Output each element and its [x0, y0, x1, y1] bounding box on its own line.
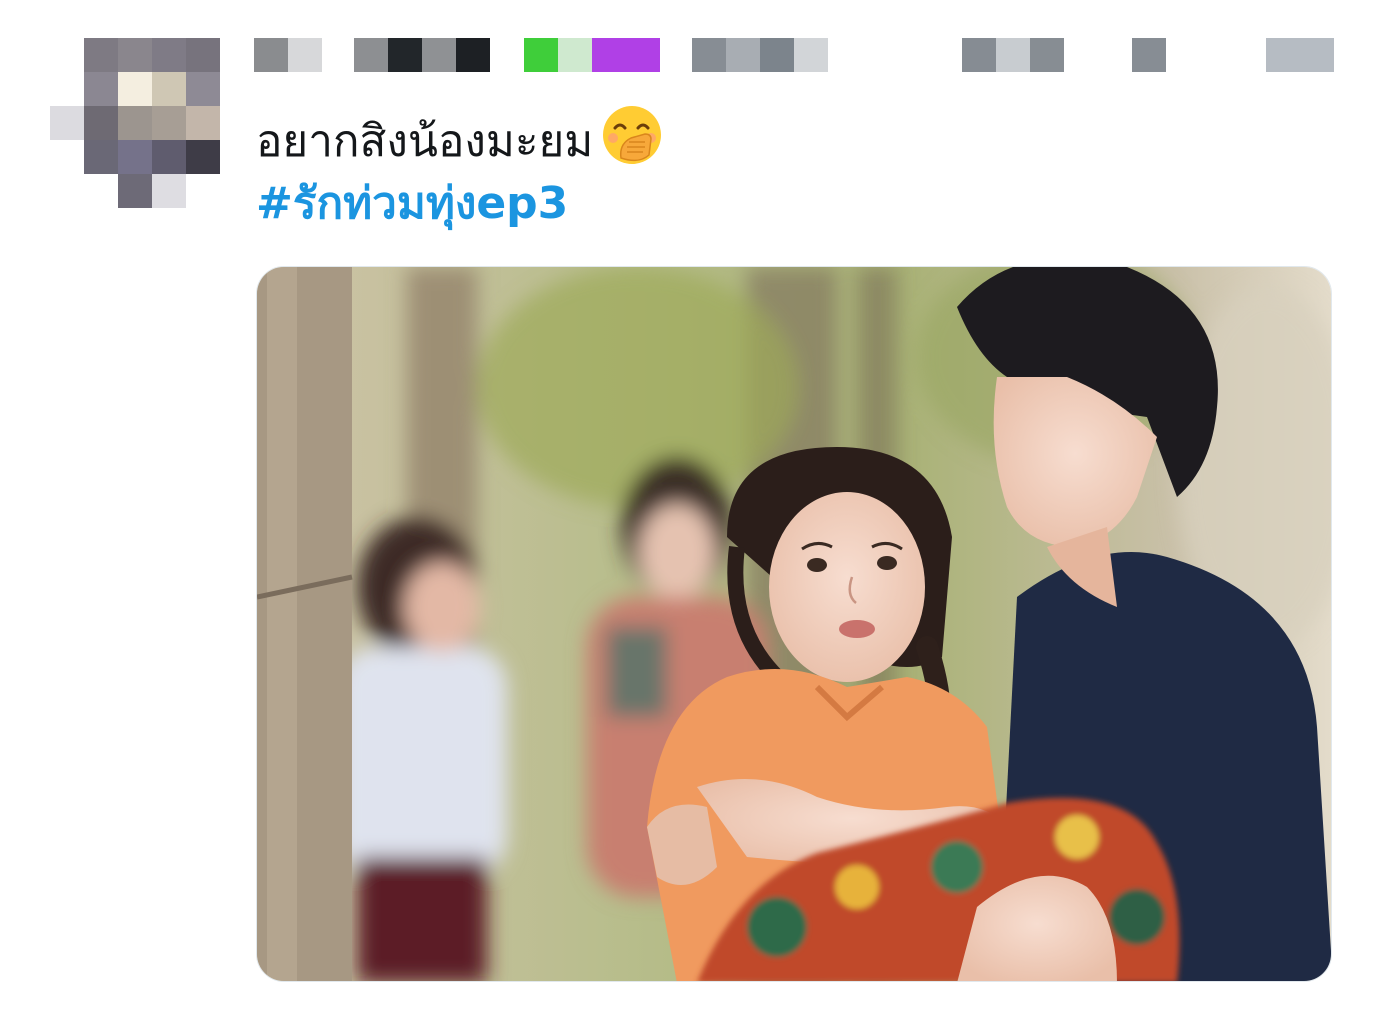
face-with-hand-over-mouth-icon	[601, 104, 663, 166]
tweet: อยากสิงน้องมะยม #รักท่วมทุ่งep3	[0, 0, 1400, 1013]
hashtag-link[interactable]: #รักท่วมทุ่งep3	[256, 174, 568, 234]
tweet-photo[interactable]	[256, 266, 1332, 982]
avatar[interactable]	[50, 38, 220, 208]
author-name-censored[interactable]	[254, 38, 1344, 72]
photo-illustration	[257, 267, 1331, 981]
tweet-text-content: อยากสิงน้องมะยม	[256, 116, 594, 167]
tweet-text: อยากสิงน้องมะยม	[256, 104, 663, 172]
